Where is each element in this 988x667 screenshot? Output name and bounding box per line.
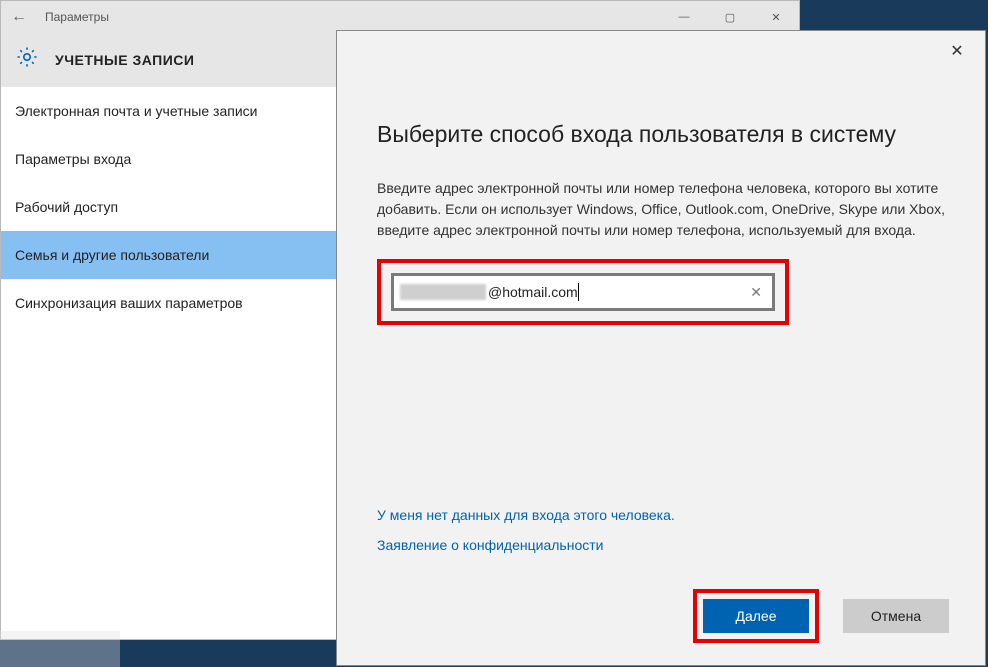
link-no-signin-info[interactable]: У меня нет данных для входа этого челове…: [377, 507, 675, 523]
email-domain-text: @hotmail.com: [488, 284, 578, 300]
section-heading: УЧЕТНЫЕ ЗАПИСИ: [55, 52, 194, 68]
redacted-username: [400, 284, 486, 300]
next-button[interactable]: Далее: [703, 599, 809, 633]
taskbar-fragment: [0, 631, 120, 667]
sidebar-item-label: Синхронизация ваших параметров: [15, 295, 243, 311]
sidebar-item-label: Рабочий доступ: [15, 199, 118, 215]
window-controls: — ▢ ✕: [661, 1, 799, 33]
sidebar: Электронная почта и учетные записи Парам…: [1, 87, 343, 327]
sidebar-item-family-users[interactable]: Семья и другие пользователи: [1, 231, 343, 279]
sidebar-item-sync-settings[interactable]: Синхронизация ваших параметров: [1, 279, 343, 327]
maximize-button[interactable]: ▢: [707, 1, 753, 33]
window-title: Параметры: [45, 10, 661, 24]
text-caret: [578, 283, 579, 301]
clear-input-icon[interactable]: ✕: [746, 284, 766, 301]
dialog-links: У меня нет данных для входа этого челове…: [377, 507, 675, 567]
back-arrow-icon[interactable]: ←: [11, 8, 27, 26]
sidebar-item-email-accounts[interactable]: Электронная почта и учетные записи: [1, 87, 343, 135]
close-window-button[interactable]: ✕: [753, 1, 799, 33]
gear-icon: [15, 45, 39, 74]
dialog-body: Выберите способ входа пользователя в сис…: [337, 31, 985, 325]
sidebar-item-label: Электронная почта и учетные записи: [15, 103, 257, 119]
dialog-actions: Далее Отмена: [693, 589, 949, 643]
email-input[interactable]: @hotmail.com ✕: [391, 273, 775, 311]
sidebar-item-work-access[interactable]: Рабочий доступ: [1, 183, 343, 231]
titlebar: ← Параметры — ▢ ✕: [1, 1, 799, 33]
cancel-button[interactable]: Отмена: [843, 599, 949, 633]
link-privacy-statement[interactable]: Заявление о конфиденциальности: [377, 537, 675, 553]
dialog-title: Выберите способ входа пользователя в сис…: [377, 121, 945, 148]
next-button-highlight: Далее: [693, 589, 819, 643]
sidebar-item-label: Семья и другие пользователи: [15, 247, 209, 263]
sidebar-item-signin-options[interactable]: Параметры входа: [1, 135, 343, 183]
close-icon[interactable]: ✕: [945, 41, 969, 65]
email-input-highlight: @hotmail.com ✕: [377, 259, 789, 325]
sidebar-item-label: Параметры входа: [15, 151, 131, 167]
dialog-description: Введите адрес электронной почты или номе…: [377, 178, 945, 241]
add-user-dialog: ✕ Выберите способ входа пользователя в с…: [336, 30, 986, 666]
minimize-button[interactable]: —: [661, 1, 707, 33]
